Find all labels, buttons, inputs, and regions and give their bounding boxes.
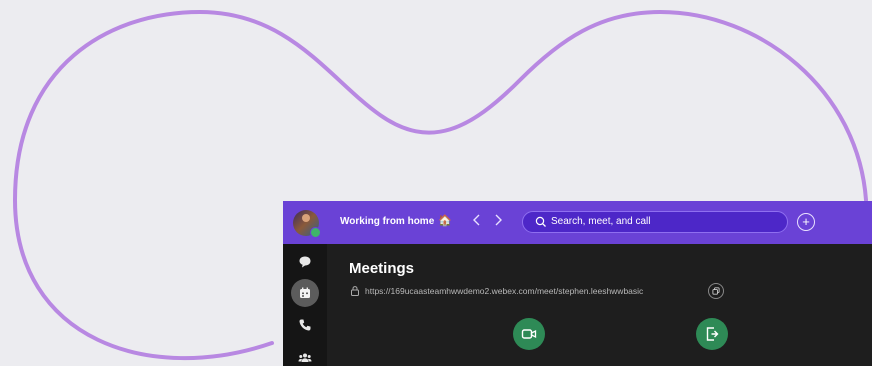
webex-app-window: Working from home 🏠 Search, meet, and ca… — [283, 201, 872, 366]
presence-indicator — [310, 227, 321, 238]
plus-icon: + — [802, 214, 810, 229]
sidebar-item-meetings[interactable] — [291, 279, 319, 307]
chat-bubble-icon — [299, 256, 311, 268]
sidebar-item-calling[interactable] — [291, 311, 319, 339]
search-placeholder: Search, meet, and call — [551, 216, 651, 227]
sidebar-item-messaging[interactable] — [291, 248, 319, 276]
page-title: Meetings — [349, 260, 415, 277]
add-button[interactable]: + — [797, 213, 815, 231]
search-icon — [535, 216, 546, 227]
phone-icon — [299, 319, 311, 331]
top-bar: Working from home 🏠 Search, meet, and ca… — [283, 201, 872, 244]
people-icon — [298, 353, 312, 362]
back-button[interactable] — [470, 212, 484, 230]
forward-button[interactable] — [491, 212, 505, 230]
chevron-left-icon — [473, 214, 480, 226]
calendar-icon — [300, 287, 310, 298]
sidebar — [283, 244, 327, 366]
chevron-right-icon — [495, 214, 502, 226]
status-message[interactable]: Working from home — [340, 216, 434, 227]
copy-link-button[interactable] — [708, 283, 724, 299]
personal-room-url[interactable]: https://169ucaasteamhwwdemo2.webex.com/m… — [365, 286, 643, 296]
join-meeting-button[interactable] — [696, 318, 728, 350]
copy-icon — [712, 287, 720, 295]
meetings-panel: Meetings https://169ucaasteamhwwdemo2.we… — [327, 244, 872, 366]
link-icon — [351, 286, 359, 296]
video-camera-icon — [521, 329, 537, 339]
status-emoji: 🏠 — [438, 215, 452, 227]
join-door-icon — [706, 327, 719, 341]
sidebar-item-contacts[interactable] — [291, 344, 319, 366]
start-meeting-button[interactable] — [513, 318, 545, 350]
search-input[interactable]: Search, meet, and call — [522, 211, 788, 233]
